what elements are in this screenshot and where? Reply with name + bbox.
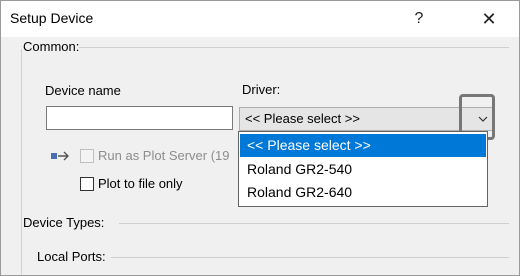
help-button[interactable]: ? (397, 1, 441, 37)
run-as-plot-server-label: Run as Plot Server (19 (98, 148, 230, 163)
common-group-border-top (79, 47, 509, 48)
device-types-label: Device Types: (23, 215, 105, 230)
driver-option-gr2-540[interactable]: Roland GR2-540 (240, 158, 486, 181)
device-types-separator (119, 223, 509, 224)
title-bar: Setup Device ? ✕ (1, 1, 519, 37)
local-ports-label: Local Ports: (37, 249, 106, 264)
device-name-label: Device name (45, 83, 121, 98)
setup-device-dialog: Setup Device ? ✕ Common: Device name Dri… (0, 0, 520, 276)
dialog-title: Setup Device (10, 10, 94, 26)
common-group-border-left (21, 49, 22, 275)
driver-label: Driver: (242, 82, 281, 97)
driver-option-please-select[interactable]: << Please select >> (240, 134, 486, 157)
driver-option-gr2-640[interactable]: Roland GR2-640 (240, 181, 486, 204)
driver-select-value: << Please select >> (245, 111, 360, 126)
close-button[interactable]: ✕ (467, 1, 511, 37)
local-ports-separator (111, 257, 509, 258)
dialog-body: Common: Device name Driver: << Please se… (1, 37, 519, 275)
common-group-label: Common: (23, 39, 80, 54)
driver-dropdown-list: << Please select >> Roland GR2-540 Rolan… (238, 131, 488, 207)
plot-to-file-checkbox[interactable] (80, 177, 94, 191)
server-arrow-icon (51, 150, 71, 165)
driver-select[interactable]: << Please select >> (239, 107, 495, 131)
device-name-input[interactable] (46, 106, 233, 130)
plot-to-file-label: Plot to file only (98, 176, 183, 191)
run-as-plot-server-checkbox[interactable] (80, 149, 94, 163)
